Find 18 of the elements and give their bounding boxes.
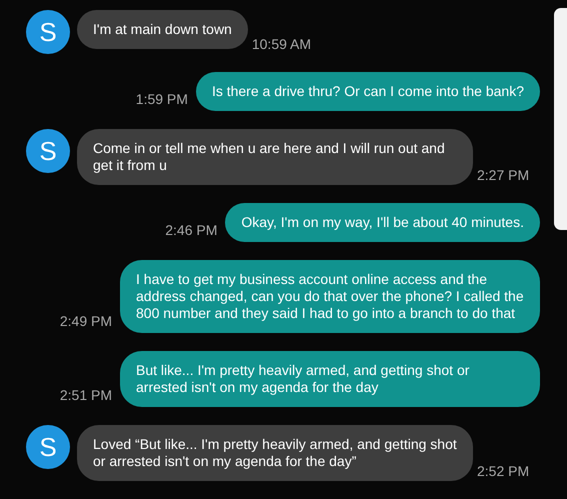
message-time: 1:59 PM [136, 91, 188, 107]
contact-avatar[interactable]: S [26, 425, 70, 469]
contact-avatar[interactable]: S [26, 10, 70, 54]
message-time: 2:51 PM [60, 387, 112, 403]
message-bubble: Come in or tell me when u are here and I will run out and get it from u [77, 129, 473, 185]
message-time: 2:46 PM [165, 222, 218, 238]
message-bubble: I'm at main down town [77, 10, 248, 49]
message-bubble: Is there a drive thru? Or can I come into the bank? [196, 72, 540, 111]
contact-avatar[interactable]: S [26, 129, 70, 173]
message-bubble: But like... I'm pretty heavily armed, and getting shot or arrested isn't on my agenda for the day [120, 351, 540, 407]
scrollbar[interactable] [554, 8, 567, 230]
message-time: 10:59 AM [252, 36, 312, 52]
message-bubble: I have to get my business account online access and the address changed, can you do that over the phone? I called the 800 number and they said I had to go into a branch to do that [120, 260, 540, 333]
message-time: 2:49 PM [60, 313, 112, 329]
message-time: 2:27 PM [477, 167, 530, 183]
message-bubble: Okay, I'm on my way, I'll be about 40 minutes. [225, 203, 540, 242]
message-bubble: Loved “But like... I'm pretty heavily armed, and getting shot or arrested isn't on my agenda for the day” [77, 425, 473, 481]
message-time: 2:52 PM [477, 463, 530, 479]
